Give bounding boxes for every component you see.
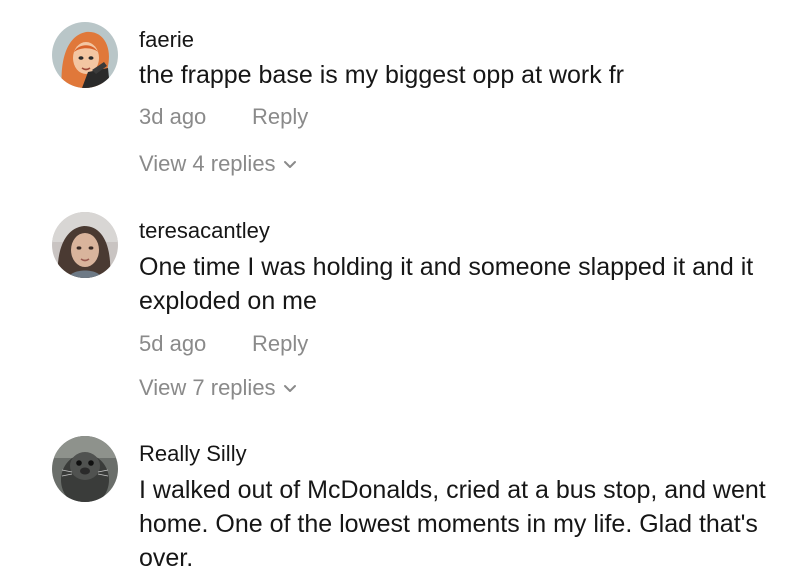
reply-button[interactable]: Reply <box>252 104 308 129</box>
comment-text: the frappe base is my biggest opp at wor… <box>139 61 624 89</box>
comment-timestamp: 3d ago <box>139 104 207 129</box>
comment-username[interactable]: Really Silly <box>139 441 247 467</box>
comment-username[interactable]: teresacantley <box>139 218 270 244</box>
cartoon-woman-avatar-icon[interactable] <box>52 22 118 88</box>
chevron-down-icon <box>283 385 296 393</box>
view-replies-label: View 4 replies <box>139 151 276 176</box>
comment-text: I walked out of McDonalds, cried at a bu… <box>139 476 766 572</box>
view-replies-button[interactable]: View 7 replies <box>139 375 298 401</box>
comment-timestamp: 5d ago <box>139 331 207 356</box>
chevron-down-icon <box>283 161 296 169</box>
seal-photo-avatar-icon[interactable] <box>52 436 118 502</box>
reply-button[interactable]: Reply <box>252 331 308 356</box>
view-replies-label: View 7 replies <box>139 375 276 400</box>
comment-meta: 3d ago Reply <box>139 104 308 130</box>
comment-username[interactable]: faerie <box>139 27 194 53</box>
photo-woman-avatar-icon[interactable] <box>52 212 118 278</box>
view-replies-button[interactable]: View 4 replies <box>139 151 298 177</box>
comment-text: One time I was holding it and someone sl… <box>139 253 754 315</box>
comment-meta: 5d ago Reply <box>139 331 308 357</box>
